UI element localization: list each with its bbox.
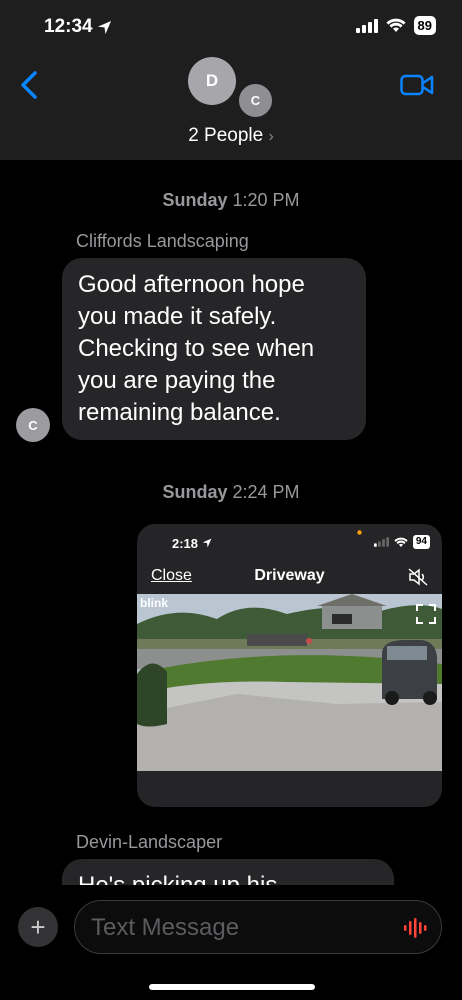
location-arrow-icon (97, 20, 111, 34)
message-timestamp: Sunday 1:20 PM (162, 190, 300, 210)
plus-icon[interactable]: + (18, 907, 58, 947)
expand-icon (416, 604, 436, 624)
message-timestamp: Sunday 2:24 PM (162, 482, 300, 502)
recording-dot-icon (357, 530, 362, 535)
conversation-header: 12:34 89 D C 2 People › (0, 0, 462, 160)
chevron-right-icon: › (268, 128, 274, 145)
sender-name: Devin-Landscaper (76, 832, 223, 852)
status-indicators: 89 (355, 16, 436, 35)
avatar[interactable]: D (188, 57, 236, 105)
back-chevron-icon[interactable] (16, 70, 44, 100)
screenshot-status-bar: 2:18 94 (137, 524, 442, 562)
signal-icon (373, 537, 389, 547)
location-arrow-icon (202, 538, 212, 548)
avatar[interactable]: C (16, 408, 50, 442)
driveway-camera-image: blink (137, 594, 442, 771)
conversation-title[interactable]: 2 People › (0, 125, 462, 147)
battery-icon: 89 (413, 16, 436, 35)
driveway-scene (137, 594, 442, 771)
video-camera-icon[interactable] (400, 74, 434, 96)
avatar[interactable]: C (237, 82, 274, 119)
blink-logo: blink (140, 596, 169, 610)
message-bubble[interactable]: Good afternoon hope you made it safely. … (62, 258, 366, 440)
home-indicator[interactable] (149, 984, 315, 990)
wifi-icon (386, 18, 406, 32)
signal-icon (355, 18, 378, 33)
screenshot-time: 2:18 (172, 536, 212, 551)
battery-icon: 94 (412, 535, 430, 549)
screenshot-indicators: 94 (373, 535, 430, 549)
title-label: 2 People (188, 125, 264, 146)
camera-title: Driveway (254, 567, 325, 584)
audio-wave-icon[interactable] (403, 918, 427, 938)
input-placeholder: Text Message (91, 914, 240, 941)
mute-icon (408, 568, 428, 586)
clock-label: 12:34 (44, 16, 93, 37)
status-time: 12:34 (44, 16, 112, 38)
sender-name: Cliffords Landscaping (76, 231, 249, 251)
message-input[interactable]: Text Message (74, 900, 442, 954)
wifi-icon (394, 537, 408, 547)
image-attachment[interactable]: 2:18 94 Close Driveway blink (137, 524, 442, 807)
